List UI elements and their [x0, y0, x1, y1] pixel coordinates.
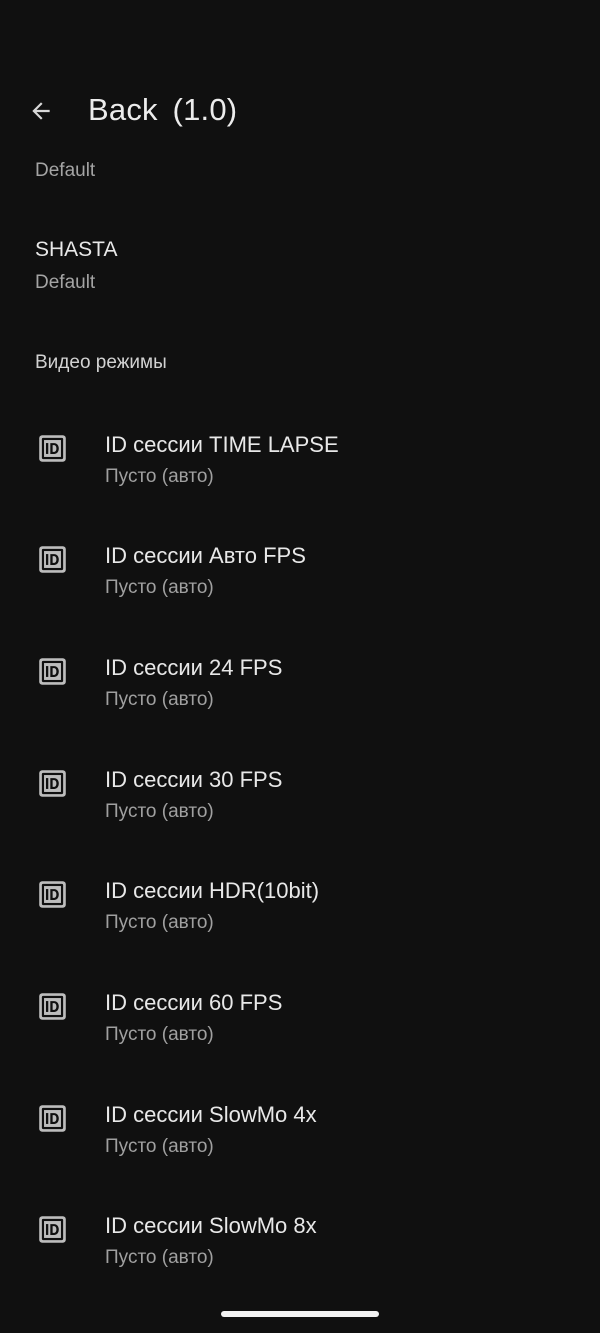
list-item-summary: Пусто (авто) — [105, 466, 214, 487]
top-preference-summary: Default — [35, 160, 96, 181]
id-badge-icon — [38, 1215, 67, 1244]
list-item-summary: Пусто (авто) — [105, 1136, 214, 1157]
list-item-summary: Пусто (авто) — [105, 912, 214, 933]
list-item[interactable]: ID сессии 24 FPS Пусто (авто) — [0, 647, 600, 751]
list-item-title: ID сессии 24 FPS — [105, 655, 283, 680]
list-item-summary: Пусто (авто) — [105, 801, 214, 822]
list-item[interactable]: ID сессии SlowMo 8x Пусто (авто) — [0, 1205, 600, 1309]
list-item-summary: Пусто (авто) — [105, 577, 214, 598]
list-item[interactable]: ID сессии 60 FPS Пусто (авто) — [0, 982, 600, 1086]
page-title: Back (1.0) — [88, 92, 237, 128]
back-arrow-icon[interactable] — [20, 90, 62, 132]
list-item[interactable]: ID сессии SlowMo 4x Пусто (авто) — [0, 1094, 600, 1198]
list-item-title: ID сессии 30 FPS — [105, 767, 283, 792]
list-item-title: ID сессии Авто FPS — [105, 543, 306, 568]
list-item-summary: Пусто (авто) — [105, 1024, 214, 1045]
page-title-version: (1.0) — [172, 92, 238, 127]
top-app-bar: Back (1.0) — [0, 78, 600, 150]
id-badge-icon — [38, 657, 67, 686]
video-modes-category-header: Видео режимы — [35, 352, 167, 373]
id-badge-icon — [38, 769, 67, 798]
page-title-text: Back — [88, 92, 158, 127]
list-item[interactable]: ID сессии 30 FPS Пусто (авто) — [0, 759, 600, 863]
id-badge-icon — [38, 1104, 67, 1133]
shasta-preference-summary: Default — [35, 272, 96, 293]
list-item[interactable]: ID сессии HDR(10bit) Пусто (авто) — [0, 870, 600, 974]
list-item-title: ID сессии TIME LAPSE — [105, 432, 339, 457]
list-item-title: ID сессии HDR(10bit) — [105, 878, 320, 903]
id-badge-icon — [38, 545, 67, 574]
id-badge-icon — [38, 880, 67, 909]
id-badge-icon — [38, 992, 67, 1021]
list-item-title: ID сессии SlowMo 8x — [105, 1213, 317, 1238]
list-item-title: ID сессии SlowMo 4x — [105, 1102, 317, 1127]
gesture-nav-handle[interactable] — [221, 1311, 379, 1317]
list-item-summary: Пусто (авто) — [105, 1247, 214, 1268]
shasta-preference-title[interactable]: SHASTA — [35, 238, 117, 262]
id-badge-icon — [38, 434, 67, 463]
list-item-title: ID сессии 60 FPS — [105, 990, 283, 1015]
list-item[interactable]: ID сессии Авто FPS Пусто (авто) — [0, 535, 600, 639]
list-item-summary: Пусто (авто) — [105, 689, 214, 710]
list-item[interactable]: ID сессии TIME LAPSE Пусто (авто) — [0, 424, 600, 528]
